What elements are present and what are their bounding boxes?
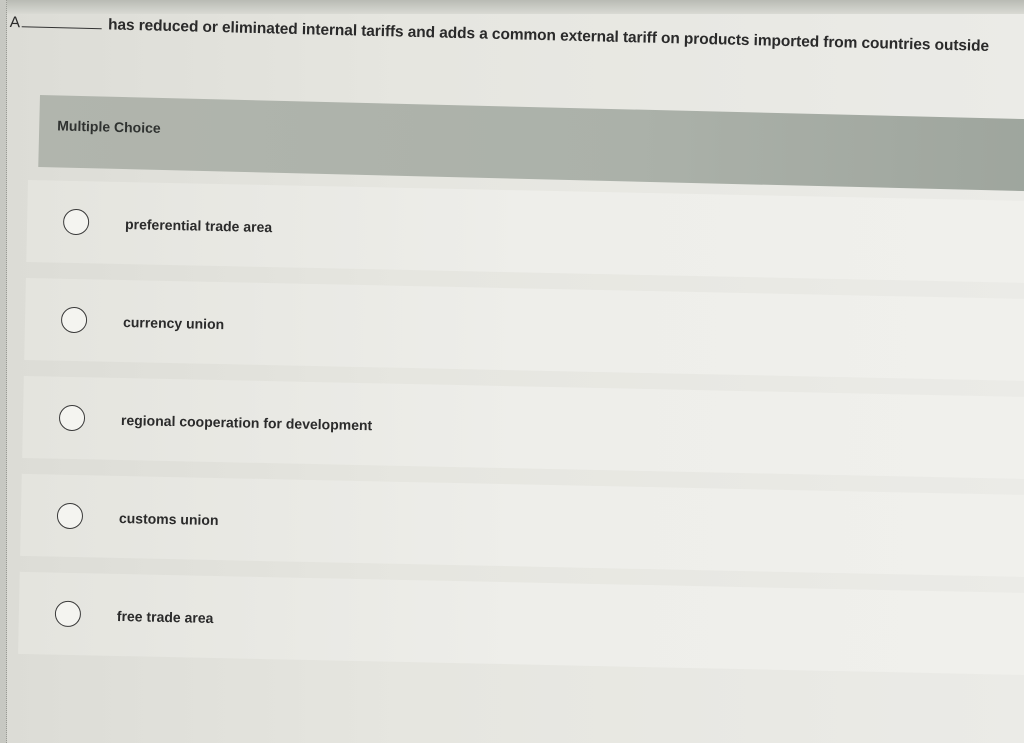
choice-currency-union[interactable]: currency union	[24, 277, 1024, 382]
question-prefix: A	[9, 14, 21, 32]
radio-button-icon[interactable]	[62, 208, 90, 236]
choice-preferential-trade-area[interactable]: preferential trade area	[26, 180, 1024, 284]
choice-regional-cooperation[interactable]: regional cooperation for development	[22, 375, 1024, 480]
choice-label: customs union	[118, 509, 219, 529]
radio-button-icon[interactable]	[54, 600, 82, 628]
choice-list: preferential trade area currency union r…	[18, 180, 1024, 691]
answer-blank	[22, 14, 103, 30]
choice-label: regional cooperation for development	[120, 412, 373, 434]
choice-customs-union[interactable]: customs union	[20, 473, 1024, 578]
question-stem: has reduced or eliminated internal tarif…	[107, 16, 990, 55]
multiple-choice-header: Multiple Choice	[38, 95, 1024, 192]
choice-free-trade-area[interactable]: free trade area	[18, 571, 1024, 676]
choice-label: preferential trade area	[124, 216, 273, 236]
choice-label: free trade area	[116, 607, 214, 626]
multiple-choice-label: Multiple Choice	[57, 117, 161, 136]
radio-button-icon[interactable]	[56, 502, 84, 530]
choice-label: currency union	[122, 314, 225, 333]
radio-button-icon[interactable]	[60, 306, 88, 334]
question-text: Ahas reduced or eliminated internal tari…	[10, 14, 1024, 57]
radio-button-icon[interactable]	[58, 404, 86, 432]
screen-top-edge	[0, 0, 1024, 14]
screen-left-edge	[0, 0, 7, 743]
